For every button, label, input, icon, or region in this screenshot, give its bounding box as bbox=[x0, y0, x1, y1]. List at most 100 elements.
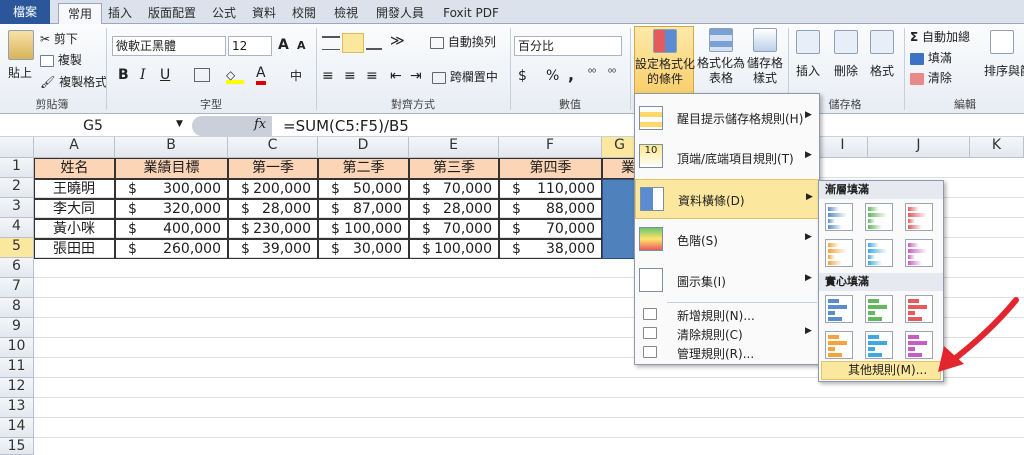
table-header-cell[interactable]: 第四季 bbox=[499, 158, 602, 179]
amount-cell[interactable]: $70,000 bbox=[409, 219, 499, 239]
amount-cell[interactable]: $50,000 bbox=[318, 179, 409, 199]
amount-cell[interactable]: $87,000 bbox=[318, 199, 409, 219]
column-header[interactable]: D bbox=[318, 137, 409, 158]
bold-button[interactable]: B bbox=[118, 67, 129, 83]
tab-developer[interactable]: 開發人員 bbox=[370, 3, 430, 24]
tab-formulas[interactable]: 公式 bbox=[208, 3, 240, 24]
tab-page-layout[interactable]: 版面配置 bbox=[142, 3, 202, 24]
amount-cell[interactable]: $28,000 bbox=[228, 199, 318, 219]
tab-foxit-pdf[interactable]: Foxit PDF bbox=[438, 3, 504, 24]
column-header[interactable]: F bbox=[499, 137, 602, 158]
name-box[interactable]: G5 bbox=[0, 116, 186, 136]
row-header[interactable]: 11 bbox=[0, 358, 34, 378]
selected-range[interactable] bbox=[602, 179, 638, 259]
tab-home[interactable]: 常用 bbox=[58, 3, 102, 25]
row-header[interactable]: 6 bbox=[0, 258, 34, 278]
row-header[interactable]: 12 bbox=[0, 378, 34, 398]
clear-button[interactable]: 清除 bbox=[910, 69, 952, 86]
data-bar-style-swatch[interactable] bbox=[825, 331, 853, 359]
sort-filter-button[interactable]: 排序與篩 bbox=[984, 62, 1024, 79]
underline-button[interactable]: U bbox=[160, 67, 170, 83]
conditional-formatting-button[interactable]: 設定格式化 的條件 bbox=[634, 26, 695, 94]
name-cell[interactable]: 李大同 bbox=[34, 199, 115, 219]
currency-button[interactable]: $ bbox=[518, 68, 527, 84]
data-bar-style-swatch[interactable] bbox=[865, 203, 893, 231]
grow-font-button[interactable]: A bbox=[278, 37, 289, 53]
row-header[interactable]: 1 bbox=[0, 158, 34, 178]
align-top-icon[interactable] bbox=[322, 36, 340, 50]
more-rules-item[interactable]: 其他規則(M)... bbox=[821, 361, 941, 380]
amount-cell[interactable]: $30,000 bbox=[318, 239, 409, 259]
amount-cell[interactable]: $230,000 bbox=[228, 219, 318, 239]
manage-rules-item[interactable]: 管理規則(R)... bbox=[635, 344, 819, 362]
table-header-cell[interactable]: 姓名 bbox=[34, 158, 115, 179]
tab-insert[interactable]: 插入 bbox=[104, 3, 136, 24]
amount-cell[interactable]: $38,000 bbox=[499, 239, 602, 259]
decrease-indent-icon[interactable]: ⇤ bbox=[390, 68, 402, 84]
amount-cell[interactable]: $100,000 bbox=[318, 219, 409, 239]
italic-button[interactable]: I bbox=[140, 67, 146, 83]
autosum-button[interactable]: Σ 自動加總 bbox=[910, 28, 970, 45]
amount-cell[interactable]: $28,000 bbox=[409, 199, 499, 219]
amount-cell[interactable]: $260,000 bbox=[115, 239, 228, 259]
highlight-cells-rules-item[interactable]: 醒目提示儲存格規則(H) ▶ bbox=[635, 98, 819, 138]
shrink-font-button[interactable]: A bbox=[297, 39, 306, 52]
sort-filter-icon[interactable] bbox=[990, 30, 1014, 54]
font-name-combo[interactable]: 微軟正黑體 bbox=[112, 36, 226, 56]
column-header[interactable]: I bbox=[818, 137, 868, 158]
cut-button[interactable]: ✂ 剪下 bbox=[40, 30, 78, 47]
increase-decimal-icon[interactable]: ⁰⁰ bbox=[588, 68, 596, 79]
tab-file[interactable]: 檔案 bbox=[0, 0, 50, 24]
column-header[interactable]: A bbox=[34, 137, 115, 158]
column-header[interactable]: K bbox=[970, 137, 1024, 158]
paste-button[interactable]: 貼上 bbox=[8, 64, 32, 81]
data-bar-style-swatch[interactable] bbox=[905, 203, 933, 231]
row-header[interactable]: 10 bbox=[0, 338, 34, 358]
percent-button[interactable]: % bbox=[546, 68, 559, 84]
row-header[interactable]: 2 bbox=[0, 178, 34, 198]
name-cell[interactable]: 張田田 bbox=[34, 239, 115, 259]
data-bar-style-swatch[interactable] bbox=[905, 239, 933, 267]
data-bar-style-swatch[interactable] bbox=[865, 331, 893, 359]
row-header[interactable]: 8 bbox=[0, 298, 34, 318]
name-cell[interactable]: 王曉明 bbox=[34, 179, 115, 199]
amount-cell[interactable]: $39,000 bbox=[228, 239, 318, 259]
color-scales-item[interactable]: 色階(S) ▶ bbox=[635, 220, 819, 260]
phonetic-guide-icon[interactable]: 中 bbox=[290, 67, 302, 84]
icon-sets-item[interactable]: 圖示集(I) ▶ bbox=[635, 261, 819, 301]
row-header[interactable]: 3 bbox=[0, 198, 34, 218]
amount-cell[interactable]: $110,000 bbox=[499, 179, 602, 199]
amount-cell[interactable]: $320,000 bbox=[115, 199, 228, 219]
cell-styles-button[interactable]: 儲存格 樣式 bbox=[745, 26, 785, 94]
data-bar-style-swatch[interactable] bbox=[825, 295, 853, 323]
amount-cell[interactable]: $88,000 bbox=[499, 199, 602, 219]
column-header[interactable]: C bbox=[228, 137, 318, 158]
align-right-icon[interactable]: ≡ bbox=[366, 68, 378, 84]
row-header[interactable]: 13 bbox=[0, 398, 34, 418]
tab-view[interactable]: 檢視 bbox=[330, 3, 362, 24]
amount-cell[interactable]: $400,000 bbox=[115, 219, 228, 239]
comma-button[interactable]: , bbox=[568, 65, 574, 84]
format-cells-button[interactable]: 格式 bbox=[870, 62, 894, 79]
new-rule-item[interactable]: 新增規則(N)... bbox=[635, 306, 819, 324]
fill-color-icon[interactable]: ◇ bbox=[226, 68, 244, 84]
table-header-cell[interactable]: 第一季 bbox=[228, 158, 318, 179]
column-header[interactable]: G bbox=[602, 137, 638, 158]
row-header[interactable]: 9 bbox=[0, 318, 34, 338]
formula-input[interactable]: =SUM(C5:F5)/B5 bbox=[283, 116, 409, 136]
data-bar-style-swatch[interactable] bbox=[905, 295, 933, 323]
delete-cells-button[interactable]: 刪除 bbox=[834, 62, 858, 79]
font-color-button[interactable]: A bbox=[256, 65, 266, 85]
data-bar-style-swatch[interactable] bbox=[825, 203, 853, 231]
data-bars-item[interactable]: 資料橫條(D) ▶ bbox=[635, 179, 819, 219]
format-as-table-button[interactable]: 格式化為 表格 bbox=[697, 26, 745, 94]
insert-function-button[interactable]: fx bbox=[254, 117, 266, 132]
table-header-cell[interactable]: 第二季 bbox=[318, 158, 409, 179]
amount-cell[interactable]: $100,000 bbox=[409, 239, 499, 259]
amount-cell[interactable]: $70,000 bbox=[499, 219, 602, 239]
clear-rules-item[interactable]: 清除規則(C) ▶ bbox=[635, 325, 819, 343]
data-bar-style-swatch[interactable] bbox=[865, 295, 893, 323]
row-header[interactable]: 15 bbox=[0, 438, 34, 455]
borders-icon[interactable] bbox=[194, 68, 210, 82]
amount-cell[interactable]: $70,000 bbox=[409, 179, 499, 199]
